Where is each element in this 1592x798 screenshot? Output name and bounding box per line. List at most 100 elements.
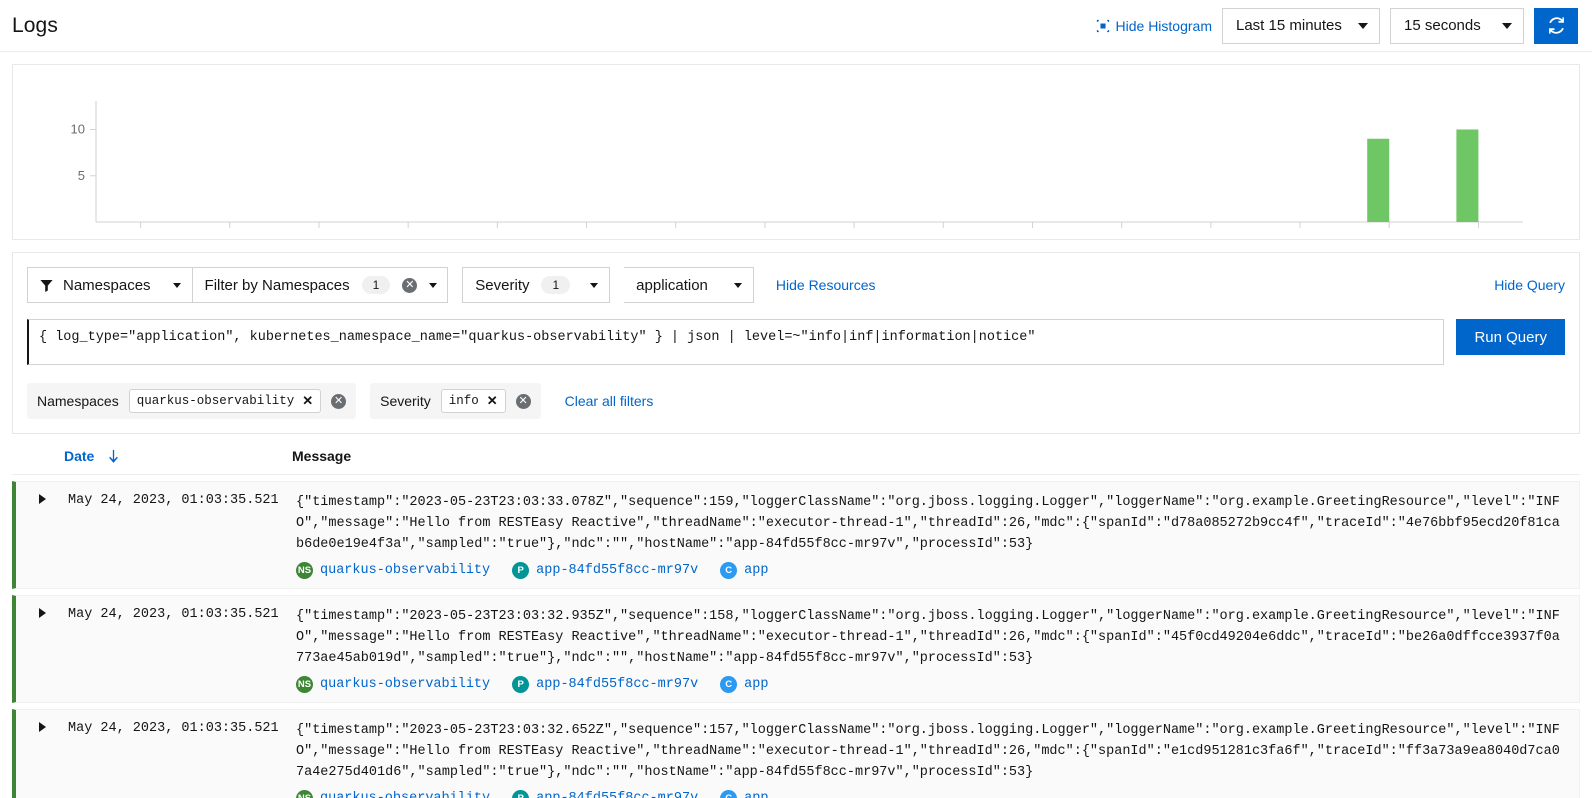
- resource-link[interactable]: Papp-84fd55f8cc-mr97v: [512, 676, 698, 693]
- namespaces-clear-icon[interactable]: ✕: [402, 277, 418, 293]
- namespaces-chip-value: quarkus-observability: [136, 394, 295, 408]
- namespace-icon: NS: [296, 676, 313, 693]
- container-icon: C: [720, 676, 738, 693]
- chevron-down-icon: [733, 282, 742, 288]
- svg-text:01:00:45: 01:00:45: [1185, 237, 1238, 239]
- chevron-right-icon[interactable]: [38, 722, 46, 732]
- run-query-button[interactable]: Run Query: [1456, 319, 1565, 355]
- date-column-header[interactable]: Date: [64, 448, 292, 464]
- log-message-cell: {"timestamp":"2023-05-23T23:03:33.078Z",…: [296, 492, 1579, 579]
- refresh-interval-select[interactable]: 15 seconds: [1390, 7, 1524, 44]
- svg-text:10: 10: [71, 122, 85, 137]
- namespace-icon: NS: [296, 790, 313, 798]
- clear-all-filters-button[interactable]: Clear all filters: [565, 393, 654, 409]
- resource-link[interactable]: Papp-84fd55f8cc-mr97v: [512, 790, 698, 798]
- log-message-cell: {"timestamp":"2023-05-23T23:03:32.652Z",…: [296, 720, 1579, 798]
- log-message: {"timestamp":"2023-05-23T23:03:32.652Z",…: [296, 723, 1560, 780]
- hide-query-button[interactable]: Hide Query: [1494, 277, 1565, 293]
- page-title: Logs: [12, 13, 58, 37]
- namespaces-value-select[interactable]: Filter by Namespaces 1 ✕: [192, 267, 449, 303]
- chevron-down-icon: [172, 282, 181, 288]
- severity-chip-value: info: [448, 394, 479, 408]
- chevron-right-icon[interactable]: [38, 608, 46, 618]
- severity-label: Severity: [475, 276, 530, 294]
- svg-text:00:54:45: 00:54:45: [649, 237, 702, 239]
- page-header: Logs Hide Histogram Last 15 minutes 15 s…: [0, 0, 1592, 52]
- resource-link[interactable]: NS quarkus-observability: [296, 790, 490, 798]
- expand-cell: [16, 492, 68, 504]
- hide-resources-button[interactable]: Hide Resources: [776, 277, 876, 293]
- svg-text:00:51:45: 00:51:45: [382, 237, 435, 239]
- hide-query-label: Hide Query: [1494, 277, 1565, 293]
- time-range-select[interactable]: Last 15 minutes: [1222, 7, 1380, 44]
- log-date: May 24, 2023, 01:03:35.521: [68, 607, 279, 622]
- pod-icon: P: [512, 562, 530, 579]
- resource-links: NS quarkus-observability Papp-84fd55f8cc-m…: [296, 562, 1579, 579]
- resource-name: quarkus-observability: [320, 563, 491, 578]
- x-icon[interactable]: ✕: [487, 393, 498, 409]
- header-controls: Hide Histogram Last 15 minutes 15 second…: [1096, 7, 1578, 44]
- chevron-down-icon: [1358, 22, 1368, 29]
- namespaces-chip-clear-icon[interactable]: ✕: [331, 393, 347, 409]
- log-date: May 24, 2023, 01:03:35.521: [68, 721, 279, 736]
- message-column-header: Message: [292, 448, 352, 464]
- expand-cell: [16, 606, 68, 618]
- svg-text:00:52:45: 00:52:45: [471, 237, 524, 239]
- resource-link[interactable]: Papp-84fd55f8cc-mr97v: [512, 562, 698, 579]
- hide-resources-label: Hide Resources: [775, 277, 876, 293]
- hide-histogram-button[interactable]: Hide Histogram: [1096, 18, 1212, 34]
- svg-text:01:02:45: 01:02:45: [1363, 237, 1416, 239]
- namespace-icon: NS: [296, 562, 313, 579]
- resource-name: app: [744, 563, 769, 578]
- x-icon[interactable]: ✕: [302, 393, 313, 409]
- container-icon: C: [720, 790, 738, 798]
- svg-text:00:58:45: 00:58:45: [1006, 237, 1059, 239]
- container-icon: C: [720, 562, 738, 579]
- namespaces-attribute-label: Namespaces: [63, 276, 151, 294]
- pod-icon: P: [512, 790, 530, 798]
- tenant-value: application: [636, 276, 708, 294]
- resource-name: app-84fd55f8cc-mr97v: [536, 791, 698, 798]
- svg-text:00:55:45: 00:55:45: [739, 237, 792, 239]
- pod-icon: P: [512, 676, 530, 693]
- compress-icon: [1096, 19, 1110, 33]
- log-date: May 24, 2023, 01:03:35.521: [68, 493, 279, 508]
- logs-table-header: Date Message: [12, 448, 1580, 475]
- severity-chip-group: Severity info ✕ ✕: [370, 383, 541, 419]
- svg-text:00:57:45: 00:57:45: [917, 237, 970, 239]
- refresh-button[interactable]: [1534, 7, 1578, 44]
- resource-name: app-84fd55f8cc-mr97v: [536, 677, 699, 692]
- namespaces-chip: quarkus-observability ✕: [128, 389, 322, 413]
- query-input[interactable]: [27, 319, 1445, 365]
- resource-link[interactable]: Capp: [720, 790, 768, 798]
- table-row[interactable]: May 24, 2023, 01:03:35.521 {"timestamp":"…: [12, 481, 1580, 589]
- table-row[interactable]: May 24, 2023, 01:03:35.521 {"timestamp":"…: [12, 709, 1580, 798]
- namespaces-attribute-select[interactable]: Namespaces: [27, 267, 193, 303]
- svg-text:00:59:45: 00:59:45: [1095, 237, 1148, 239]
- namespaces-placeholder: Filter by Namespaces: [204, 276, 350, 294]
- severity-count-badge: 1: [541, 276, 571, 294]
- namespaces-count-badge: 1: [361, 276, 391, 294]
- resource-links: NS quarkus-observability Papp-84fd55f8cc-m…: [296, 676, 1579, 693]
- resource-link[interactable]: Capp: [720, 676, 768, 693]
- query-row: Run Query: [27, 319, 1565, 365]
- resource-link[interactable]: NS quarkus-observability: [296, 562, 490, 579]
- severity-chip: info ✕: [440, 389, 506, 413]
- filter-icon: [40, 279, 53, 292]
- logs-table: Date Message May 24, 2023, 01:03:35.521 {…: [12, 448, 1580, 798]
- chevron-down-icon: [590, 282, 599, 288]
- chevron-right-icon[interactable]: [38, 494, 46, 504]
- resource-link[interactable]: NS quarkus-observability: [296, 676, 490, 693]
- hide-histogram-label: Hide Histogram: [1115, 17, 1212, 34]
- table-row[interactable]: May 24, 2023, 01:03:35.521 {"timestamp":"…: [12, 595, 1580, 703]
- tenant-select[interactable]: application: [624, 267, 754, 303]
- namespaces-chip-group: Namespaces quarkus-observability ✕ ✕: [27, 383, 357, 419]
- histogram-card: 5 10 00:48:45 00:49:45 00:50:45 00:51:45 00:52…: [12, 64, 1580, 240]
- severity-chip-clear-icon[interactable]: ✕: [515, 393, 531, 409]
- histogram-chart[interactable]: 5 10 00:48:45 00:49:45 00:50:45 00:51:45 00:52…: [13, 65, 1579, 239]
- svg-text:01:01:45: 01:01:45: [1274, 237, 1327, 239]
- arrow-down-icon: [108, 449, 119, 463]
- filters-and-query-card: Namespaces Filter by Namespaces 1 ✕ Seve…: [12, 252, 1580, 434]
- resource-link[interactable]: Capp: [720, 562, 768, 579]
- severity-select[interactable]: Severity 1: [462, 267, 611, 303]
